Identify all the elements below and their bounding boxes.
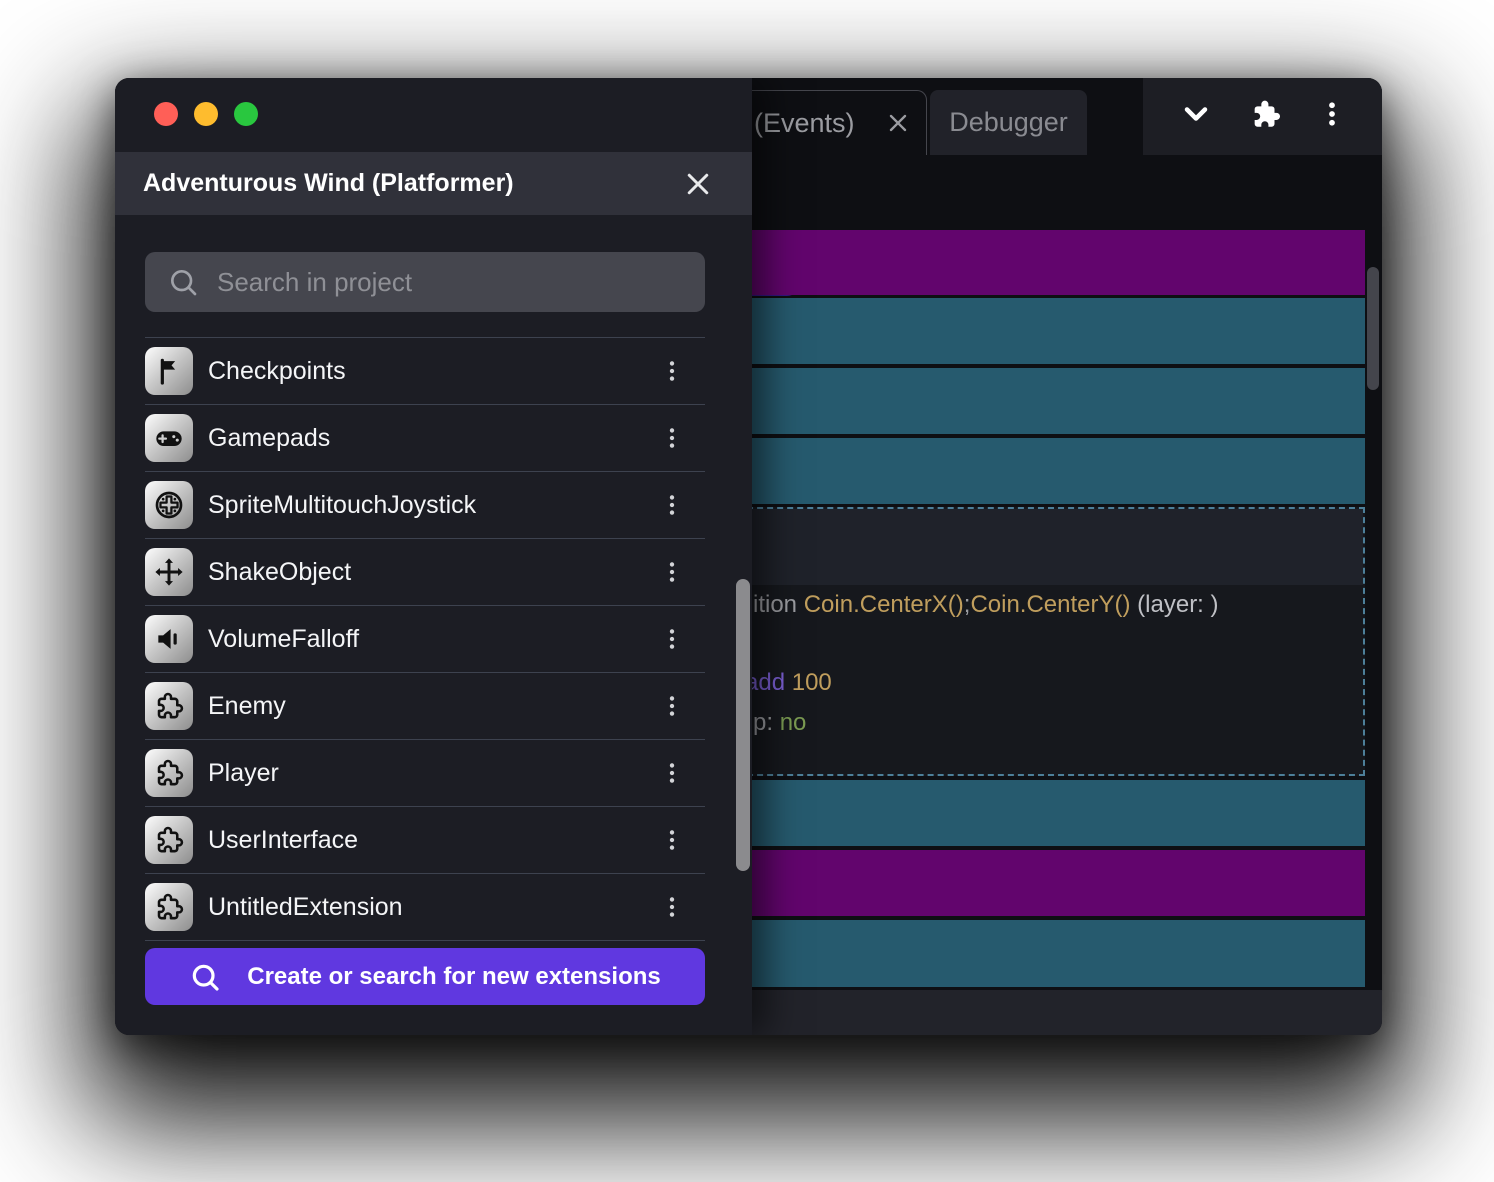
item-kebab-icon[interactable] bbox=[659, 556, 685, 588]
list-item-gamepads[interactable]: Gamepads bbox=[145, 404, 705, 471]
list-item-label: Checkpoints bbox=[208, 338, 346, 404]
screenshot-stage: (Events) Debugger bbox=[0, 0, 1494, 1182]
gamepad-icon bbox=[145, 414, 193, 462]
move-arrows-icon bbox=[145, 548, 193, 596]
code-token: p: bbox=[753, 709, 780, 736]
item-kebab-icon[interactable] bbox=[659, 355, 685, 387]
close-window-button[interactable] bbox=[154, 102, 178, 126]
list-item-label: Player bbox=[208, 740, 279, 806]
puzzle-icon bbox=[145, 883, 193, 931]
event-action-line: ition Coin.CenterX();Coin.CenterY() (lay… bbox=[753, 591, 1219, 619]
code-token: Coin.CenterX() bbox=[804, 591, 964, 618]
list-item-label: Enemy bbox=[208, 673, 286, 739]
code-token: no bbox=[780, 709, 807, 736]
item-kebab-icon[interactable] bbox=[659, 690, 685, 722]
speaker-icon bbox=[145, 615, 193, 663]
code-token: add bbox=[745, 669, 792, 696]
joystick-icon bbox=[145, 481, 193, 529]
list-item-volumefalloff[interactable]: VolumeFalloff bbox=[145, 605, 705, 672]
puzzle-icon bbox=[145, 816, 193, 864]
item-kebab-icon[interactable] bbox=[659, 824, 685, 856]
list-item-label: ShakeObject bbox=[208, 539, 351, 605]
tabbar-right-controls bbox=[1143, 78, 1382, 155]
list-item-label: UserInterface bbox=[208, 807, 358, 873]
list-item-enemy[interactable]: Enemy bbox=[145, 672, 705, 739]
puzzle-extensions-icon[interactable] bbox=[1249, 97, 1283, 136]
item-kebab-icon[interactable] bbox=[659, 489, 685, 521]
list-item-label: UntitledExtension bbox=[208, 874, 403, 940]
list-item-player[interactable]: Player bbox=[145, 739, 705, 806]
list-item-untitledextension[interactable]: UntitledExtension bbox=[145, 873, 705, 941]
chevron-down-icon[interactable] bbox=[1178, 96, 1214, 137]
app-window: (Events) Debugger bbox=[115, 78, 1382, 1035]
puzzle-icon bbox=[145, 749, 193, 797]
flag-icon bbox=[145, 347, 193, 395]
list-item-label: VolumeFalloff bbox=[208, 606, 359, 672]
search-icon bbox=[189, 961, 221, 993]
search-icon bbox=[167, 266, 199, 298]
minimize-window-button[interactable] bbox=[194, 102, 218, 126]
kebab-menu-icon[interactable] bbox=[1317, 99, 1347, 134]
item-kebab-icon[interactable] bbox=[659, 757, 685, 789]
list-item-spritemultitouchjoystick[interactable]: SpriteMultitouchJoystick bbox=[145, 471, 705, 538]
list-item-shakeobject[interactable]: ShakeObject bbox=[145, 538, 705, 605]
list-item-userinterface[interactable]: UserInterface bbox=[145, 806, 705, 873]
panel-header: Adventurous Wind (Platformer) bbox=[115, 152, 752, 215]
extensions-list: Checkpoints Gamepads bbox=[145, 337, 705, 941]
tab-debugger-label: Debugger bbox=[949, 107, 1068, 138]
event-action-line: add 100 bbox=[745, 669, 832, 697]
code-token: (layer: ) bbox=[1131, 591, 1219, 618]
close-panel-icon[interactable] bbox=[683, 169, 713, 199]
window-controls bbox=[154, 102, 258, 126]
cta-label: Create or search for new extensions bbox=[247, 963, 660, 991]
tab-events-label: (Events) bbox=[754, 108, 855, 139]
item-kebab-icon[interactable] bbox=[659, 623, 685, 655]
tab-close-icon[interactable] bbox=[884, 109, 912, 137]
code-token: Coin.CenterY() bbox=[970, 591, 1130, 618]
zoom-window-button[interactable] bbox=[234, 102, 258, 126]
list-item-label: Gamepads bbox=[208, 405, 330, 471]
extensions-panel: Adventurous Wind (Platformer) Checkpoint… bbox=[115, 78, 752, 1035]
code-token: ition bbox=[753, 591, 804, 618]
tab-debugger[interactable]: Debugger bbox=[930, 90, 1087, 155]
puzzle-icon bbox=[145, 682, 193, 730]
search-input[interactable] bbox=[215, 266, 687, 299]
event-action-line: p: no bbox=[753, 709, 806, 737]
item-kebab-icon[interactable] bbox=[659, 891, 685, 923]
list-item-label: SpriteMultitouchJoystick bbox=[208, 472, 476, 538]
list-item-checkpoints[interactable]: Checkpoints bbox=[145, 337, 705, 404]
item-kebab-icon[interactable] bbox=[659, 422, 685, 454]
code-token: 100 bbox=[792, 669, 832, 696]
panel-scrollbar[interactable] bbox=[736, 579, 750, 871]
panel-title: Adventurous Wind (Platformer) bbox=[143, 169, 514, 198]
project-search-box[interactable] bbox=[145, 252, 705, 312]
events-scrollbar[interactable] bbox=[1367, 267, 1379, 390]
create-or-search-extensions-button[interactable]: Create or search for new extensions bbox=[145, 948, 705, 1005]
